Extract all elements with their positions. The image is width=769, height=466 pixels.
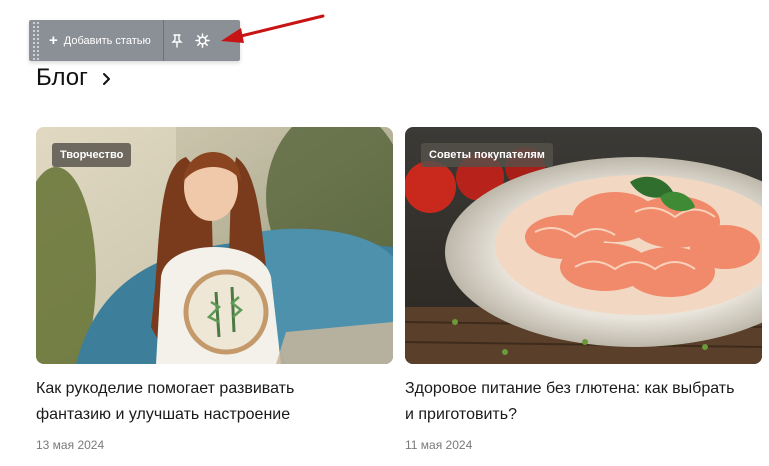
add-article-button[interactable]: + Добавить статью	[40, 20, 163, 61]
plus-icon: +	[49, 32, 58, 49]
card-title-link[interactable]: Здоровое питание без глютена: как выбрат…	[405, 376, 735, 428]
pin-button[interactable]	[164, 20, 190, 61]
pin-icon	[171, 33, 183, 48]
category-tag[interactable]: Творчество	[52, 143, 132, 167]
card-image-embroidery[interactable]: Творчество	[36, 127, 393, 364]
blog-card: Советы покупателям Здоровое питание без …	[405, 127, 762, 452]
card-title-line: Здоровое питание без глютена: как выбрат…	[405, 380, 735, 397]
blog-title: Блог	[36, 64, 88, 91]
settings-button[interactable]	[190, 20, 216, 61]
category-tag[interactable]: Советы покупателям	[421, 143, 553, 167]
add-article-label: Добавить статью	[63, 34, 151, 47]
chevron-right-icon	[102, 73, 110, 85]
card-date: 13 мая 2024	[36, 438, 105, 452]
blog-header-link[interactable]: Блог	[36, 64, 111, 92]
card-title-link[interactable]: Как рукоделие помогает развивать фантази…	[36, 376, 366, 428]
card-title-line: и приготовить?	[405, 406, 517, 423]
blog-card: Творчество Как рукоделие помогает развив…	[36, 127, 393, 452]
card-title-line: фантазию и улучшать настроение	[36, 406, 291, 423]
card-date: 11 мая 2024	[405, 438, 473, 452]
card-title-line: Как рукоделие помогает развивать	[36, 380, 295, 397]
card-image-pasta[interactable]: Советы покупателям	[405, 127, 762, 364]
editor-toolbar: + Добавить статью	[29, 20, 240, 61]
drag-handle[interactable]	[32, 20, 40, 61]
gear-icon	[195, 33, 211, 48]
annotation-arrow	[221, 14, 325, 43]
